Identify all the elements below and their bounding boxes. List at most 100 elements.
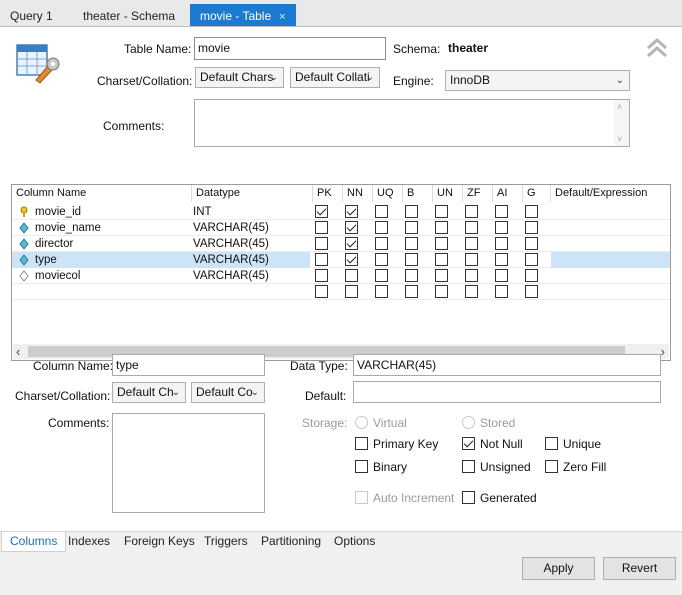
pk-checkbox[interactable] bbox=[315, 221, 328, 234]
table-row[interactable] bbox=[12, 284, 670, 300]
pk-checkbox[interactable] bbox=[315, 285, 328, 298]
g-checkbox[interactable] bbox=[525, 269, 538, 282]
col-header-pk[interactable]: PK bbox=[313, 185, 343, 202]
ai-checkbox[interactable] bbox=[495, 269, 508, 282]
not-null-checkbox[interactable] bbox=[462, 437, 475, 450]
uq-checkbox[interactable] bbox=[375, 269, 388, 282]
col-header-datatype[interactable]: Datatype bbox=[192, 185, 313, 202]
pk-checkbox[interactable] bbox=[315, 237, 328, 250]
collation-select[interactable]: Default Collati ⌄ bbox=[290, 67, 380, 88]
datatype-cell[interactable]: VARCHAR(45) bbox=[193, 236, 269, 252]
nn-checkbox[interactable] bbox=[345, 269, 358, 282]
un-checkbox[interactable] bbox=[435, 221, 448, 234]
col-header-ai[interactable]: AI bbox=[493, 185, 523, 202]
engine-select[interactable]: InnoDB ⌄ bbox=[445, 70, 630, 91]
un-checkbox[interactable] bbox=[435, 269, 448, 282]
g-checkbox[interactable] bbox=[525, 253, 538, 266]
binary-checkbox[interactable] bbox=[355, 460, 368, 473]
column-name-cell[interactable]: movie_id bbox=[35, 204, 81, 220]
un-checkbox[interactable] bbox=[435, 205, 448, 218]
generated-checkbox[interactable] bbox=[462, 491, 475, 504]
b-checkbox[interactable] bbox=[405, 269, 418, 282]
virtual-radio[interactable] bbox=[355, 416, 368, 429]
primary-key-checkbox[interactable] bbox=[355, 437, 368, 450]
column-name-cell[interactable]: director bbox=[35, 236, 73, 252]
pk-checkbox[interactable] bbox=[315, 205, 328, 218]
nn-checkbox[interactable] bbox=[345, 221, 358, 234]
unique-checkbox[interactable] bbox=[545, 437, 558, 450]
col-header-un[interactable]: UN bbox=[433, 185, 463, 202]
datatype-cell[interactable]: VARCHAR(45) bbox=[193, 252, 269, 268]
column-collation-select[interactable]: Default Co ⌄ bbox=[191, 382, 265, 403]
nn-checkbox[interactable] bbox=[345, 253, 358, 266]
g-checkbox[interactable] bbox=[525, 285, 538, 298]
columns-grid[interactable]: Column Name Datatype PK NN UQ B UN ZF AI… bbox=[11, 184, 671, 361]
col-header-b[interactable]: B bbox=[403, 185, 433, 202]
col-header-default-expression[interactable]: Default/Expression bbox=[551, 185, 670, 202]
uq-checkbox[interactable] bbox=[375, 237, 388, 250]
tab-options[interactable]: Options bbox=[334, 532, 375, 552]
zf-checkbox[interactable] bbox=[465, 285, 478, 298]
datatype-cell[interactable]: VARCHAR(45) bbox=[193, 220, 269, 236]
zf-checkbox[interactable] bbox=[465, 221, 478, 234]
b-checkbox[interactable] bbox=[405, 221, 418, 234]
uq-checkbox[interactable] bbox=[375, 221, 388, 234]
pk-checkbox[interactable] bbox=[315, 269, 328, 282]
col-header-nn[interactable]: NN bbox=[343, 185, 373, 202]
stored-radio[interactable] bbox=[462, 416, 475, 429]
collapse-chevron-icon[interactable] bbox=[646, 37, 668, 59]
zf-checkbox[interactable] bbox=[465, 205, 478, 218]
data-type-input[interactable]: VARCHAR(45) bbox=[353, 354, 661, 376]
zero-fill-checkbox[interactable] bbox=[545, 460, 558, 473]
col-header-zf[interactable]: ZF bbox=[463, 185, 493, 202]
tab-foreign-keys[interactable]: Foreign Keys bbox=[124, 532, 195, 552]
datatype-cell[interactable]: INT bbox=[193, 204, 212, 220]
table-comments-input[interactable]: ˄ ˅ bbox=[194, 99, 630, 147]
g-checkbox[interactable] bbox=[525, 237, 538, 250]
col-header-g[interactable]: G bbox=[523, 185, 551, 202]
column-charset-select[interactable]: Default Ch ⌄ bbox=[112, 382, 186, 403]
unsigned-checkbox[interactable] bbox=[462, 460, 475, 473]
nn-checkbox[interactable] bbox=[345, 205, 358, 218]
b-checkbox[interactable] bbox=[405, 205, 418, 218]
column-name-input[interactable]: type bbox=[112, 354, 265, 376]
ai-checkbox[interactable] bbox=[495, 205, 508, 218]
col-header-uq[interactable]: UQ bbox=[373, 185, 403, 202]
un-checkbox[interactable] bbox=[435, 237, 448, 250]
b-checkbox[interactable] bbox=[405, 285, 418, 298]
tab-columns[interactable]: Columns bbox=[1, 532, 67, 552]
zf-checkbox[interactable] bbox=[465, 253, 478, 266]
table-row[interactable]: movie_id INT bbox=[12, 204, 670, 220]
uq-checkbox[interactable] bbox=[375, 253, 388, 266]
column-name-cell[interactable]: movie_name bbox=[35, 220, 101, 236]
scroll-left-icon[interactable]: ‹ bbox=[16, 344, 20, 359]
close-icon[interactable]: × bbox=[279, 11, 285, 23]
apply-button[interactable]: Apply bbox=[522, 557, 595, 580]
ai-checkbox[interactable] bbox=[495, 237, 508, 250]
default-input[interactable] bbox=[353, 381, 661, 403]
tab-triggers[interactable]: Triggers bbox=[204, 532, 248, 552]
column-name-cell[interactable]: moviecol bbox=[35, 268, 80, 284]
ai-checkbox[interactable] bbox=[495, 221, 508, 234]
zf-checkbox[interactable] bbox=[465, 237, 478, 250]
ai-checkbox[interactable] bbox=[495, 285, 508, 298]
charset-select[interactable]: Default Chars ⌄ bbox=[195, 67, 284, 88]
b-checkbox[interactable] bbox=[405, 237, 418, 250]
tab-partitioning[interactable]: Partitioning bbox=[261, 532, 321, 552]
comments-scrollbar[interactable]: ˄ ˅ bbox=[614, 100, 629, 146]
table-name-input[interactable]: movie bbox=[194, 37, 386, 60]
g-checkbox[interactable] bbox=[525, 221, 538, 234]
nn-checkbox[interactable] bbox=[345, 237, 358, 250]
tab-movie-table[interactable]: movie - Table × bbox=[190, 4, 296, 26]
pk-checkbox[interactable] bbox=[315, 253, 328, 266]
uq-checkbox[interactable] bbox=[375, 205, 388, 218]
un-checkbox[interactable] bbox=[435, 285, 448, 298]
datatype-cell[interactable]: VARCHAR(45) bbox=[193, 268, 269, 284]
b-checkbox[interactable] bbox=[405, 253, 418, 266]
table-row[interactable]: director VARCHAR(45) bbox=[12, 236, 670, 252]
nn-checkbox[interactable] bbox=[345, 285, 358, 298]
column-comments-input[interactable] bbox=[112, 413, 265, 513]
table-row[interactable]: moviecol VARCHAR(45) bbox=[12, 268, 670, 284]
tab-theater-schema[interactable]: theater - Schema bbox=[73, 4, 185, 26]
auto-increment-checkbox[interactable] bbox=[355, 491, 368, 504]
